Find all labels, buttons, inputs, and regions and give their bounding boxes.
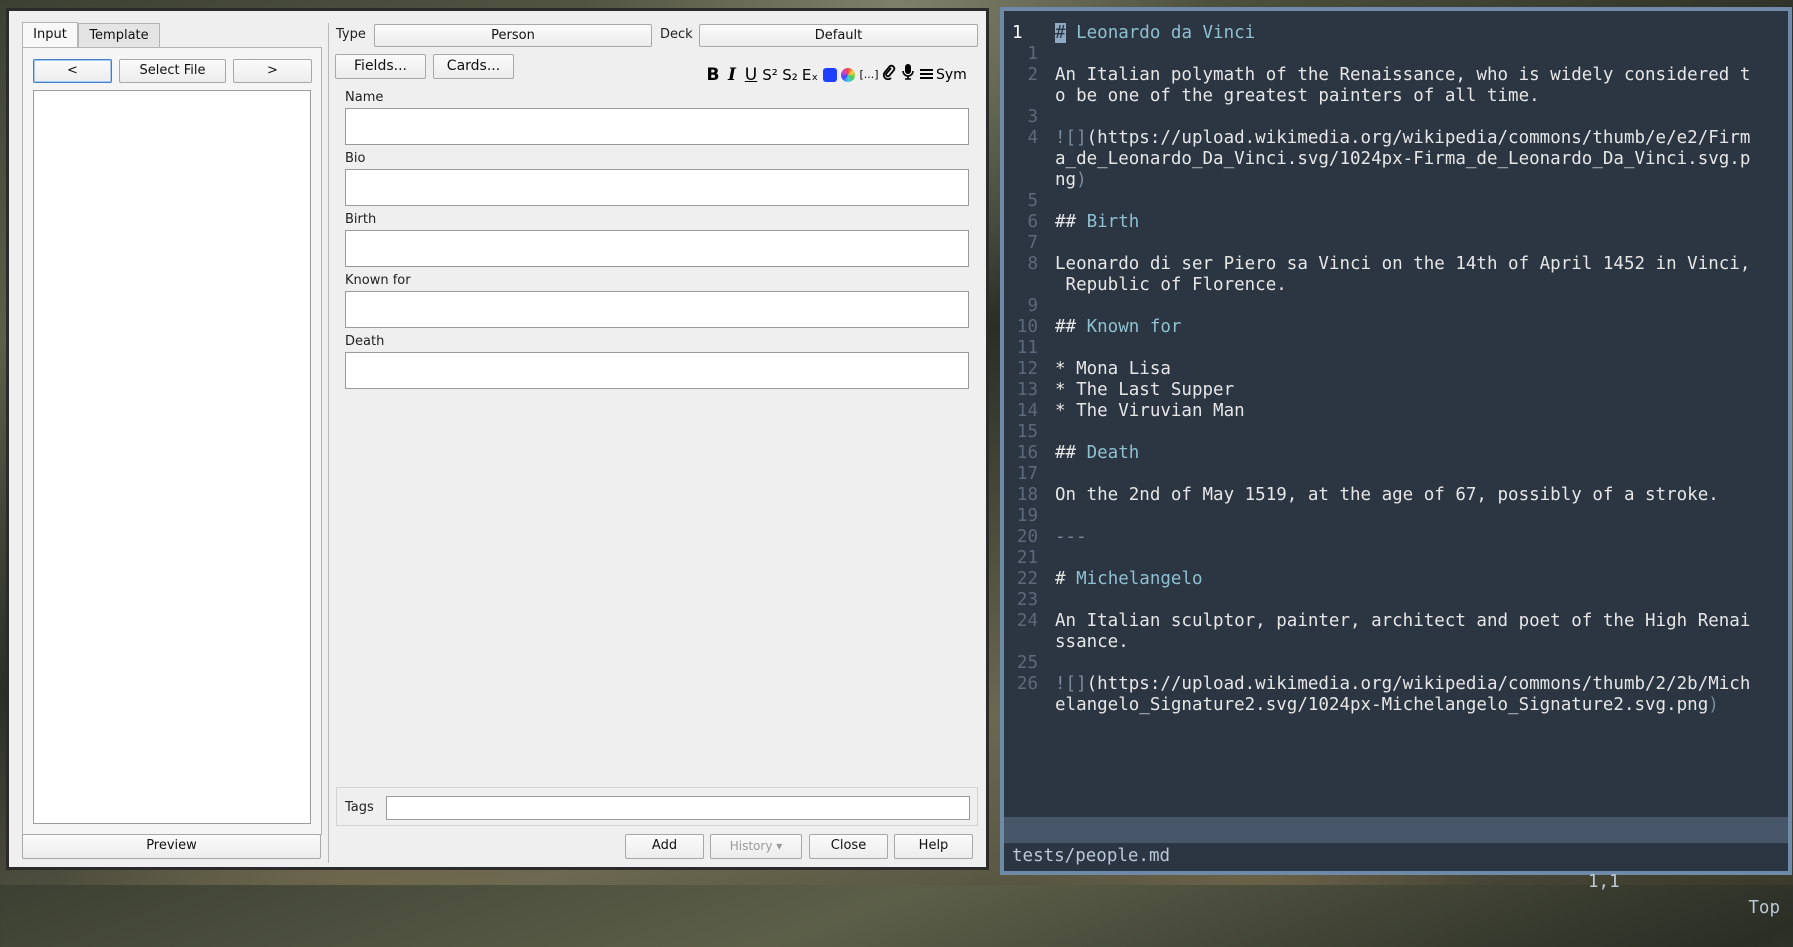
menu-icon[interactable] — [919, 64, 933, 86]
microphone-icon[interactable] — [901, 64, 915, 86]
field-label-name: Name — [345, 90, 384, 105]
close-button[interactable]: Close — [809, 834, 888, 859]
line-content: ssance. — [1055, 632, 1129, 652]
vim-line[interactable]: elangelo_Signature2.svg/1024px-Michelang… — [1004, 693, 1784, 717]
markdown-marker: # — [1055, 23, 1066, 43]
line-content: * The Last Supper — [1055, 380, 1235, 400]
symbol-button[interactable]: Sym — [936, 64, 967, 86]
color-picker-icon[interactable] — [841, 68, 855, 82]
select-file-button[interactable]: Select File — [119, 59, 226, 83]
markdown-marker: ) — [1708, 695, 1719, 715]
line-content: o be one of the greatest painters of all… — [1055, 86, 1540, 106]
field-label-bio: Bio — [345, 151, 366, 166]
line-content: (https://upload.wikimedia.org/wikipedia/… — [1086, 674, 1751, 694]
markdown-marker: ![] — [1055, 128, 1087, 148]
death-field[interactable] — [345, 352, 969, 389]
markdown-marker: ) — [1076, 170, 1087, 190]
superscript-button[interactable]: S² — [761, 64, 779, 86]
tab-input[interactable]: Input — [22, 22, 78, 48]
field-label-known-for: Known for — [345, 273, 411, 288]
underline-button[interactable]: U — [744, 64, 758, 86]
preview-button[interactable]: Preview — [22, 834, 321, 859]
markdown-marker: --- — [1055, 527, 1087, 547]
field-label-death: Death — [345, 334, 385, 349]
field-label-birth: Birth — [345, 212, 377, 227]
markdown-marker: ![] — [1055, 674, 1087, 694]
file-list[interactable] — [33, 90, 311, 824]
cards-button[interactable]: Cards... — [433, 54, 514, 79]
known-for-field[interactable] — [345, 291, 969, 328]
line-content: On the 2nd of May 1519, at the age of 67… — [1055, 485, 1719, 505]
line-text: elangelo_Signature2.svg/1024px-Michelang… — [1055, 693, 1719, 717]
line-content: ng — [1055, 170, 1077, 190]
markdown-marker: ## — [1055, 317, 1077, 337]
markdown-marker: ## — [1055, 212, 1077, 232]
subscript-button[interactable]: S₂ — [781, 64, 799, 86]
deck-selector[interactable]: Default — [699, 24, 978, 47]
name-field[interactable] — [345, 108, 969, 145]
fields-button[interactable]: Fields... — [335, 54, 426, 79]
line-content: An Italian polymath of the Renaissance, … — [1055, 65, 1751, 85]
deck-label: Deck — [660, 27, 693, 42]
line-content: * The Viruvian Man — [1055, 401, 1245, 421]
panel-splitter[interactable] — [328, 23, 329, 863]
history-button[interactable]: History ▾ — [710, 834, 802, 859]
paperclip-icon[interactable] — [881, 64, 897, 86]
previous-file-button[interactable]: < — [33, 59, 112, 83]
add-button[interactable]: Add — [625, 834, 704, 859]
line-content: Leonardo di ser Piero sa Vinci on the 14… — [1055, 254, 1751, 274]
status-cursor-position: 1,1 — [1588, 872, 1620, 892]
tab-template[interactable]: Template — [78, 23, 160, 47]
line-content: Leonardo da Vinci — [1065, 23, 1256, 43]
line-content: * Mona Lisa — [1055, 359, 1171, 379]
line-content: Known for — [1076, 317, 1182, 337]
note-type-selector[interactable]: Person — [374, 24, 652, 47]
cloze-button[interactable]: [...] — [858, 64, 880, 86]
vim-status-line: tests/people.md 1,1 Top — [1004, 817, 1788, 918]
line-content: Republic of Florence. — [1055, 275, 1287, 295]
italic-button[interactable]: I — [725, 64, 739, 86]
next-file-button[interactable]: > — [233, 59, 312, 83]
type-label: Type — [336, 27, 366, 42]
tags-input[interactable] — [386, 796, 970, 820]
line-content: Michelangelo — [1065, 569, 1203, 589]
line-content: Death — [1076, 443, 1140, 463]
line-content: Birth — [1076, 212, 1140, 232]
bold-button[interactable]: B — [705, 64, 721, 86]
line-content: a_de_Leonardo_Da_Vinci.svg/1024px-Firma_… — [1055, 149, 1751, 169]
anki-import-window: Input Template < Select File > Preview T… — [6, 8, 989, 870]
help-button[interactable]: Help — [894, 834, 973, 859]
tags-label: Tags — [345, 800, 374, 815]
markdown-marker: # — [1055, 569, 1066, 589]
line-content: elangelo_Signature2.svg/1024px-Michelang… — [1055, 695, 1709, 715]
text-color-icon[interactable] — [823, 68, 837, 82]
vim-terminal-window[interactable]: 1 # Leonardo da Vinci 1 2 An Italian polymat… — [1000, 7, 1792, 918]
status-scroll: Top — [1748, 898, 1780, 918]
status-filename: tests/people.md — [1012, 846, 1171, 866]
bio-field[interactable] — [345, 169, 969, 206]
clear-formatting-button[interactable]: Eₓ — [801, 64, 819, 86]
line-content: (https://upload.wikimedia.org/wikipedia/… — [1086, 128, 1751, 148]
markdown-marker: ## — [1055, 443, 1077, 463]
line-content: An Italian sculptor, painter, architect … — [1055, 611, 1751, 631]
birth-field[interactable] — [345, 230, 969, 267]
